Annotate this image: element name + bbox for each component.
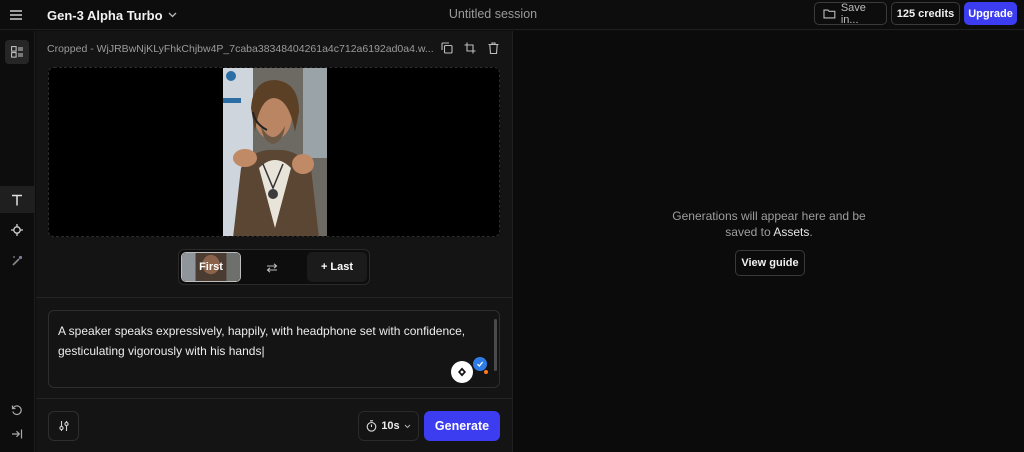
duration-selector[interactable]: 10s [358, 411, 419, 441]
settings-sliders-icon[interactable] [48, 411, 79, 441]
swap-arrows-icon[interactable] [264, 260, 280, 276]
collapse-panel-icon[interactable] [5, 422, 29, 446]
library-icon[interactable] [5, 40, 29, 64]
last-frame-button[interactable]: + Last [307, 252, 367, 282]
section-divider [36, 297, 512, 298]
folder-icon [823, 9, 836, 19]
first-frame-button[interactable]: First [181, 252, 241, 282]
duration-label: 10s [381, 420, 400, 432]
refresh-icon[interactable] [5, 398, 29, 422]
crop-icon[interactable] [463, 41, 477, 55]
generate-button[interactable]: Generate [424, 411, 500, 441]
empty-message-suffix: . [809, 225, 813, 239]
empty-state-message: Generations will appear here and be save… [513, 208, 1024, 240]
prompt-assist-icon[interactable] [451, 361, 473, 383]
notification-dot [483, 369, 489, 375]
top-bar: Gen-3 Alpha Turbo Untitled session Save … [0, 0, 1024, 30]
chevron-down-icon [404, 424, 411, 428]
credits-button[interactable]: 125 credits [891, 2, 960, 25]
text-icon[interactable] [5, 188, 29, 212]
camera-motion-icon[interactable] [5, 218, 29, 242]
view-guide-button[interactable]: View guide [735, 250, 805, 276]
empty-message-line-1: Generations will appear here and be [672, 209, 866, 223]
empty-message-prefix: saved to [725, 225, 774, 239]
assets-link[interactable]: Assets [773, 225, 809, 239]
file-actions [440, 41, 500, 55]
save-in-button[interactable]: Save in... [814, 1, 887, 26]
copy-icon[interactable] [440, 41, 454, 55]
tool-rail [0, 31, 35, 452]
first-frame-label: First [199, 261, 223, 273]
prompt-scrollbar[interactable] [494, 319, 497, 371]
generations-pane: Generations will appear here and be save… [512, 31, 1024, 452]
magic-brush-icon[interactable] [5, 248, 29, 272]
trash-icon[interactable] [486, 41, 500, 55]
keyframe-toggle: First + Last [178, 249, 370, 285]
empty-message-line-2: saved to Assets. [513, 224, 1024, 240]
generation-panel: Cropped - WjJRBwNjKLyFhkChjbw4P_7caba383… [36, 31, 512, 452]
footer-divider [36, 398, 512, 399]
upgrade-button[interactable]: Upgrade [964, 2, 1017, 25]
input-image-frame[interactable] [48, 67, 500, 237]
timer-icon [366, 420, 377, 432]
prompt-text[interactable]: A speaker speaks expressively, happily, … [58, 321, 483, 361]
prompt-input[interactable]: A speaker speaks expressively, happily, … [48, 310, 500, 388]
save-in-label: Save in... [840, 1, 866, 26]
input-file-name: Cropped - WjJRBwNjKLyFhkChjbw4P_7caba383… [47, 43, 434, 55]
input-image [223, 68, 327, 236]
